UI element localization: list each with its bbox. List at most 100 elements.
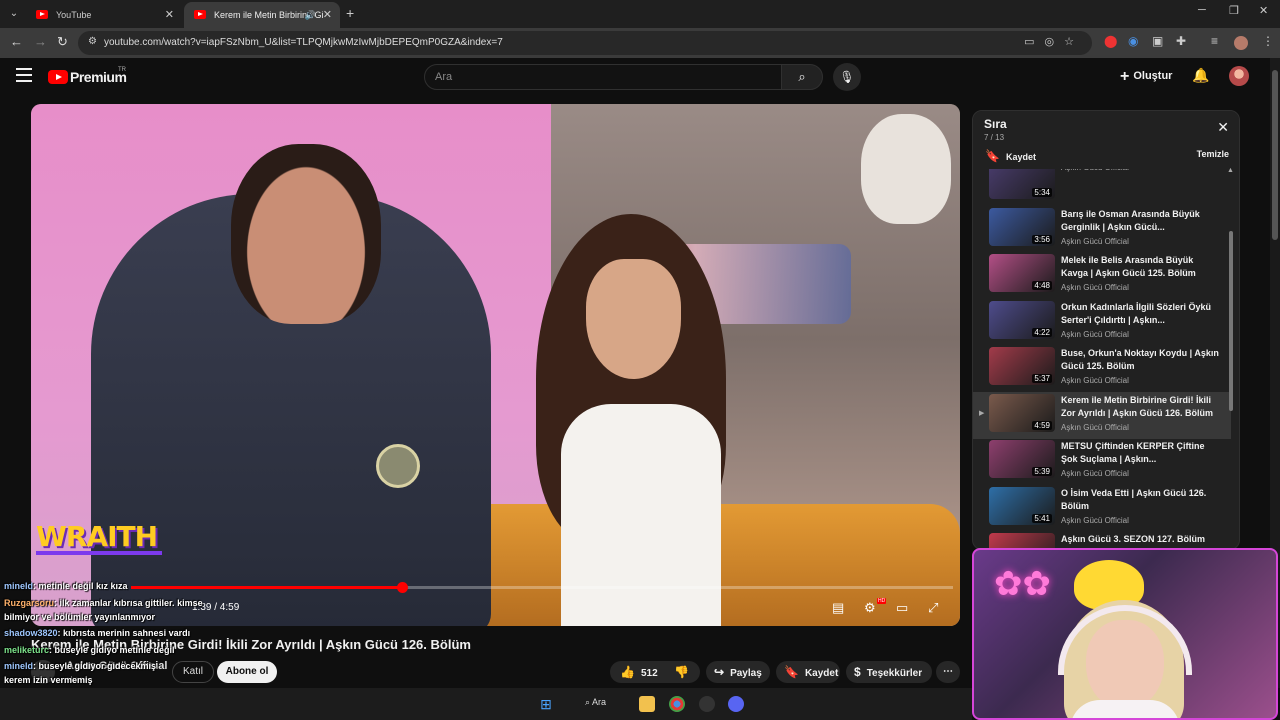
video-progress-bar[interactable] [131, 582, 953, 593]
obs-icon[interactable] [699, 696, 715, 712]
taskbar-search-label: Ara [592, 697, 607, 707]
playlist-item[interactable]: 5:41 O İsim Veda Etti | Aşkın Gücü 126. B… [973, 485, 1231, 532]
chat-username: shadow3820 [4, 628, 58, 638]
join-button[interactable]: Katıl [172, 661, 214, 683]
minimize-icon[interactable]: ─ [1198, 4, 1206, 16]
more-actions-icon[interactable]: ⋯ [936, 661, 960, 683]
tab-groups-icon[interactable]: ≡ [1211, 34, 1218, 48]
playlist-scrollbar[interactable]: ▲ [1227, 167, 1234, 541]
stream-overlay-logo: WRAITH [36, 520, 158, 553]
close-tab-icon[interactable]: ✕ [323, 2, 332, 28]
video-player[interactable] [31, 104, 960, 626]
playlist-item[interactable]: 5:37 Buse, Orkun'a Noktayı Koydu | Aşkın … [973, 345, 1231, 392]
discord-icon[interactable] [728, 696, 744, 712]
playlist-item[interactable]: ▶ 4:59 Kerem ile Metin Birbirine Girdi! İk… [973, 391, 1231, 439]
youtube-logo-icon[interactable] [48, 70, 68, 84]
stream-overlay-underline [36, 551, 162, 555]
extensions-puzzle-icon[interactable]: ✚ [1176, 34, 1186, 48]
video-duration: 5:41 [1032, 513, 1052, 523]
save-button[interactable]: 🔖 Kaydet [776, 661, 840, 683]
extension-record-icon[interactable]: ⬤ [1104, 34, 1117, 48]
like-count[interactable]: 512 [641, 668, 658, 679]
tab-search-button[interactable]: ⌄ [6, 6, 22, 22]
like-icon[interactable]: 👍 [620, 665, 635, 679]
taskbar-search[interactable]: ⌕ Ara [585, 697, 606, 708]
video-thumbnail[interactable]: 5:37 [989, 347, 1055, 385]
playlist-item[interactable]: 5:39 METSU Çiftinden KERPER Çiftine Şok S… [973, 438, 1231, 485]
extension-translate-icon[interactable]: ◉ [1128, 34, 1138, 48]
playlist-video-channel: Aşkın Gücü Official [1061, 422, 1129, 432]
video-thumbnail[interactable]: 5:39 [989, 440, 1055, 478]
country-code: TR [118, 67, 126, 73]
tab-youtube[interactable]: YouTube ✕ [26, 2, 182, 28]
playlist-save-button[interactable]: 🔖 Kaydet [985, 149, 1036, 163]
playlist-clear-button[interactable]: Temizle [1197, 149, 1229, 159]
audio-playing-icon[interactable]: 🔊 [305, 2, 316, 28]
reload-icon[interactable]: ↻ [57, 34, 68, 50]
playlist-video-title[interactable]: Buse, Orkun'a Noktayı Koydu | Aşkın Gücü… [1061, 347, 1221, 373]
playlist-position: 7 / 13 [984, 133, 1005, 142]
site-info-icon[interactable]: ⚙ [88, 36, 97, 47]
subscribe-button[interactable]: Abone ol [217, 661, 277, 683]
share-button[interactable]: ↪ Paylaş [706, 661, 770, 683]
scrollbar-thumb[interactable] [1272, 70, 1278, 240]
close-icon[interactable]: ✕ [1217, 119, 1229, 136]
settings-gear-icon[interactable]: ⚙ [864, 600, 876, 616]
chat-message: Ruzgarsoru: ilk zamanlar kıbrısa gittile… [4, 598, 203, 608]
account-avatar[interactable] [1229, 66, 1249, 86]
video-thumbnail[interactable]: 5:41 [989, 486, 1055, 525]
voice-search-button[interactable]: 🎙 [833, 63, 861, 91]
subtitles-icon[interactable]: ▤ [832, 600, 844, 616]
thanks-button[interactable]: $ Teşekkürler [846, 661, 932, 683]
create-button[interactable]: + Oluştur [1120, 68, 1172, 86]
new-tab-button[interactable]: + [346, 5, 354, 21]
close-tab-icon[interactable]: ✕ [165, 2, 174, 28]
theater-mode-icon[interactable]: ▭ [896, 600, 908, 616]
close-window-icon[interactable]: ✕ [1259, 4, 1268, 17]
windows-start-icon[interactable]: ⊞ [538, 696, 554, 712]
forward-icon[interactable]: → [34, 34, 47, 49]
fullscreen-icon[interactable]: ⤢ [928, 600, 938, 616]
video-thumbnail[interactable]: 3:56 [989, 207, 1055, 246]
dislike-icon[interactable]: 👎 [674, 661, 689, 683]
search-input[interactable]: Ara [424, 64, 782, 90]
video-thumbnail[interactable]: 4:48 [989, 254, 1055, 292]
hd-badge: HD [877, 598, 887, 604]
restore-icon[interactable]: ❐ [1229, 4, 1239, 17]
playlist-item[interactable]: 3:56 Barış ile Osman Arasında Büyük Gergi… [973, 206, 1231, 253]
address-bar-actions-icon[interactable]: ▭◎☆ [1024, 35, 1084, 48]
playlist-video-title[interactable]: Kerem ile Metin Birbirine Girdi! İkili Z… [1061, 394, 1221, 420]
playlist-title: Sıra [984, 117, 1007, 131]
scroll-up-icon[interactable]: ▲ [1227, 167, 1234, 174]
share-icon: ↪ [714, 665, 725, 679]
video-thumbnail[interactable]: 4:22 [989, 300, 1055, 339]
file-explorer-icon[interactable] [639, 696, 655, 712]
playlist-video-title[interactable]: METSU Çiftinden KERPER Çiftine Şok Suçla… [1061, 440, 1221, 466]
back-icon[interactable]: ← [10, 34, 23, 49]
playlist-video-title[interactable]: Barış ile Osman Arasında Büyük Gerginlik… [1061, 208, 1221, 234]
chrome-icon[interactable] [669, 696, 685, 712]
address-bar[interactable]: ⚙ youtube.com/watch?v=iapFSzNbm_U&list=T… [78, 31, 1092, 55]
menu-icon[interactable] [16, 68, 32, 82]
extension-icon[interactable]: ▣ [1152, 34, 1163, 48]
tab-current-video[interactable]: Kerem ile Metin Birbirine Gi 🔊 ✕ [184, 2, 340, 28]
playlist-scrollbar-thumb[interactable] [1229, 231, 1233, 411]
profile-avatar[interactable] [1234, 36, 1248, 50]
chat-text: : buseyle gidiyor gidecekmiş [33, 661, 157, 671]
chat-text: : ilk zamanlar kıbrısa gittiler. kimse [54, 598, 203, 608]
playlist-save-label: Kaydet [1005, 152, 1036, 162]
video-thumbnail[interactable]: 4:59 [989, 393, 1055, 432]
search-button[interactable]: ⌕ [781, 64, 823, 90]
chat-message: bilmiyor ve bölümler yayınlanmıyor [4, 612, 155, 622]
playlist-item[interactable]: 4:48 Melek ile Belis Arasında Büyük Kavga… [973, 252, 1231, 299]
notifications-bell-icon[interactable]: 🔔 [1192, 67, 1209, 84]
bookmark-icon: 🔖 [985, 149, 1000, 163]
playlist-item[interactable]: 4:22 Orkun Kadınlarla İlgili Sözleri Öykü… [973, 299, 1231, 346]
playlist-video-title[interactable]: O İsim Veda Etti | Aşkın Gücü 126. Bölüm [1061, 487, 1221, 513]
playlist-video-title[interactable]: Melek ile Belis Arasında Büyük Kavga | A… [1061, 254, 1221, 280]
video-progress-fill [131, 586, 403, 589]
browser-menu-icon[interactable]: ⋮ [1262, 34, 1274, 48]
playlist-video-title[interactable]: Orkun Kadınlarla İlgili Sözleri Öykü Ser… [1061, 301, 1221, 327]
video-duration: 4:22 [1032, 327, 1052, 337]
thanks-icon: $ [854, 665, 861, 679]
